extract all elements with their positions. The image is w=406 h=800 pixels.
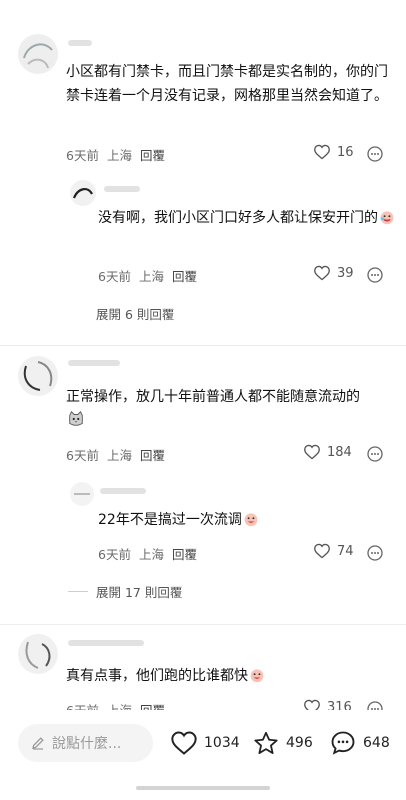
reply-text: 没有啊，我们小区门口好多人都让保安开门的: [98, 206, 398, 230]
username-blurred[interactable]: [68, 640, 144, 646]
heart-icon: [314, 265, 330, 281]
heart-icon: [314, 144, 330, 160]
avatar[interactable]: [18, 356, 58, 396]
post-like-count: 1034: [204, 735, 240, 751]
comment-text: 小区都有门禁卡，而且门禁卡都是实名制的，你的门禁卡连着一个月没有记录，网格那里当…: [66, 64, 388, 104]
avatar[interactable]: [70, 482, 94, 506]
like-button[interactable]: 16: [313, 144, 354, 160]
comment-text-content: 正常操作，放几十年前普通人都不能随意流动的: [66, 389, 360, 405]
comment-time: 6天前: [66, 148, 99, 163]
comments-button[interactable]: 648: [329, 724, 390, 762]
like-button[interactable]: 184: [303, 444, 352, 460]
reply-text-content: 没有啊，我们小区门口好多人都让保安开门的: [98, 210, 378, 226]
like-count: 184: [327, 444, 352, 460]
username-blurred[interactable]: [100, 488, 146, 494]
grin-emoji-icon: [244, 513, 258, 527]
comment-count: 648: [363, 735, 390, 751]
more-icon[interactable]: [367, 446, 383, 462]
favorite-button[interactable]: 496: [252, 724, 313, 762]
heart-icon: [314, 543, 330, 559]
reply-button[interactable]: 回覆: [140, 445, 165, 464]
username-blurred[interactable]: [104, 186, 140, 192]
reply-button[interactable]: 回覆: [172, 266, 197, 285]
comment-location: 上海: [138, 269, 164, 284]
like-count: 74: [337, 543, 354, 559]
favorite-count: 496: [286, 735, 313, 751]
like-button[interactable]: 39: [313, 265, 354, 281]
reply-text: 22年不是搞过一次流调: [98, 508, 398, 532]
like-count: 39: [337, 265, 354, 281]
heart-icon: [304, 444, 320, 460]
comment-meta: 6天前 上海 回覆: [66, 145, 165, 164]
pencil-icon: [32, 737, 44, 750]
laugh-cry-emoji-icon: [380, 211, 394, 225]
comment-time: 6天前: [98, 547, 131, 562]
divider: [0, 624, 406, 625]
reply-meta: 6天前 上海 回覆: [98, 266, 197, 285]
like-post-button[interactable]: 1034: [170, 724, 240, 762]
avatar[interactable]: [18, 34, 58, 74]
more-icon[interactable]: [367, 545, 383, 561]
like-button[interactable]: 74: [313, 543, 354, 559]
bottom-action-bar: 說點什麼... 1034 496 648: [0, 710, 406, 778]
cat-face-emoji-icon: [69, 411, 83, 426]
comment-text-content: 真有点事，他们跑的比谁都快: [66, 668, 248, 684]
divider: [0, 345, 406, 346]
comment-input[interactable]: 說點什麼...: [18, 724, 153, 762]
comment-time: 6天前: [98, 269, 131, 284]
expand-replies-link[interactable]: 展開 17 則回覆: [96, 582, 182, 601]
home-indicator: [136, 786, 270, 790]
comment-location: 上海: [138, 547, 164, 562]
reply-button[interactable]: 回覆: [172, 544, 197, 563]
comment-text: 真有点事，他们跑的比谁都快: [66, 664, 396, 688]
username-blurred[interactable]: [68, 40, 92, 46]
avatar[interactable]: [18, 634, 58, 674]
more-icon[interactable]: [367, 146, 383, 162]
username-blurred[interactable]: [68, 360, 120, 366]
avatar[interactable]: [70, 180, 96, 206]
comment-input-placeholder: 說點什麼...: [52, 736, 122, 752]
reply-meta: 6天前 上海 回覆: [98, 544, 197, 563]
expand-line: [68, 591, 88, 592]
reply-button[interactable]: 回覆: [140, 145, 165, 164]
star-icon: [254, 731, 278, 754]
reply-text-content: 22年不是搞过一次流调: [98, 512, 242, 528]
expand-replies-link[interactable]: 展開 6 則回覆: [96, 304, 174, 323]
comment-location: 上海: [106, 448, 132, 463]
comment-meta: 6天前 上海 回覆: [66, 445, 165, 464]
grin-emoji-icon: [250, 669, 264, 683]
comment-text: 正常操作，放几十年前普通人都不能随意流动的: [66, 385, 396, 433]
comment-time: 6天前: [66, 448, 99, 463]
comment-bubble-icon: [331, 731, 355, 755]
heart-icon: [171, 731, 197, 755]
like-count: 16: [337, 144, 354, 160]
comment-location: 上海: [106, 148, 132, 163]
more-icon[interactable]: [367, 267, 383, 283]
